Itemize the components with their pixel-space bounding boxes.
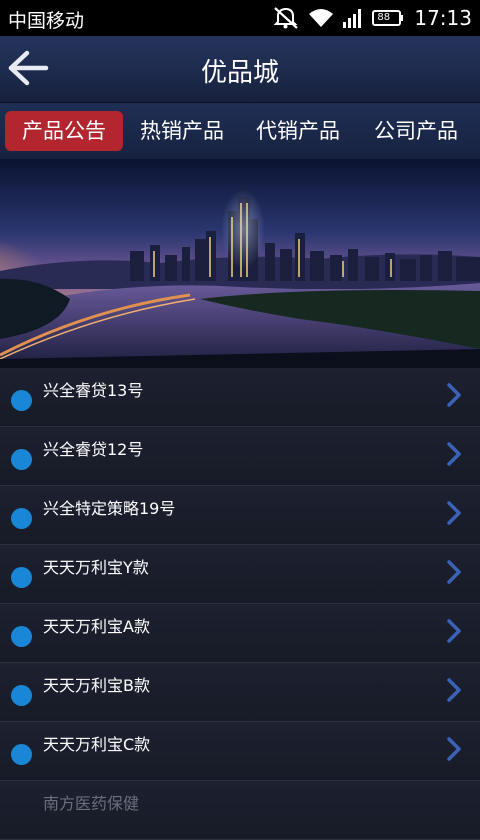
product-name: 天天万利宝C款 — [43, 735, 151, 754]
list-item[interactable]: 兴全睿贷13号 — [0, 368, 480, 427]
bullet-dot — [11, 449, 32, 470]
bullet-dot — [11, 567, 32, 588]
chevron-right-icon — [446, 677, 462, 707]
chevron-right-icon — [446, 559, 462, 589]
product-name: 兴全特定策略19号 — [43, 499, 176, 518]
chevron-right-icon — [446, 382, 462, 412]
list-item[interactable]: 天天万利宝Y款 — [0, 545, 480, 604]
product-name: 天天万利宝A款 — [43, 617, 150, 636]
list-item[interactable]: 兴全睿贷12号 — [0, 427, 480, 486]
banner-image[interactable] — [0, 159, 480, 368]
bullet-dot — [11, 390, 32, 411]
carrier-name: 中国移动 — [8, 10, 85, 32]
bullet-dot — [11, 508, 32, 529]
tab-consignment-products[interactable]: 代销产品 — [244, 111, 352, 151]
list-item[interactable]: 天天万利宝B款 — [0, 663, 480, 722]
list-item[interactable]: 南方医药保健 — [0, 781, 480, 840]
product-name: 南方医药保健 — [43, 794, 140, 813]
list-item[interactable]: 天天万利宝A款 — [0, 604, 480, 663]
tab-product-announcement[interactable]: 产品公告 — [5, 111, 123, 151]
status-icons: 88 17:13 — [272, 4, 472, 32]
bullet-dot — [11, 744, 32, 765]
chevron-right-icon — [446, 441, 462, 471]
battery-level: 88 — [377, 12, 391, 23]
mute-icon — [272, 6, 300, 30]
chevron-right-icon — [446, 500, 462, 530]
product-name: 兴全睿贷13号 — [43, 381, 144, 400]
page-title: 优品城 — [200, 58, 279, 88]
product-name: 兴全睿贷12号 — [43, 440, 144, 459]
product-name: 天天万利宝B款 — [43, 676, 150, 695]
product-name: 天天万利宝Y款 — [43, 558, 149, 577]
status-bar: 中国移动 88 17:13 — [0, 0, 480, 36]
signal-icon — [342, 7, 364, 29]
clock: 17:13 — [414, 6, 472, 30]
chevron-right-icon — [446, 736, 462, 766]
list-item[interactable]: 天天万利宝C款 — [0, 722, 480, 781]
header-bar: 优品城 — [0, 36, 480, 103]
tab-company-products[interactable]: 公司产品 — [360, 111, 472, 151]
wifi-icon — [308, 7, 334, 29]
list-item[interactable]: 兴全特定策略19号 — [0, 486, 480, 545]
tab-hot-products[interactable]: 热销产品 — [128, 111, 236, 151]
product-list: 兴全睿贷13号 兴全睿贷12号 兴全特定策略19号 天天万利宝Y款 天天万利宝A… — [0, 368, 480, 840]
battery-icon: 88 — [372, 8, 404, 28]
bullet-dot — [11, 685, 32, 706]
tab-bar: 产品公告 热销产品 代销产品 公司产品 — [0, 103, 480, 159]
bullet-dot — [11, 626, 32, 647]
chevron-right-icon — [446, 618, 462, 648]
